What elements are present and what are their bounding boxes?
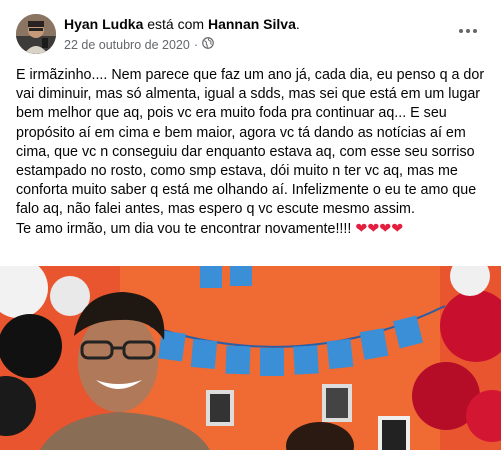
facebook-post: Hyan Ludka está com Hannan Silva. 22 de …	[0, 0, 501, 450]
post-title: Hyan Ludka está com Hannan Silva.	[64, 16, 300, 32]
party-photo	[0, 266, 501, 450]
post-meta: 22 de outubro de 2020 ·	[64, 37, 214, 52]
avatar[interactable]	[16, 14, 56, 54]
avatar-photo	[16, 14, 56, 54]
post-body-paragraph: E irmãzinho.... Nem parece que faz um an…	[16, 67, 485, 218]
post-header: Hyan Ludka está com Hannan Silva. 22 de …	[16, 12, 485, 56]
dot	[459, 29, 463, 33]
tagged-suffix: .	[295, 16, 300, 32]
more-horizontal-icon[interactable]	[453, 16, 483, 46]
with-verb: está com	[147, 16, 205, 32]
meta-separator: ·	[193, 37, 198, 52]
post-body-closing: Te amo irmão, um dia vou te encontrar no…	[16, 220, 486, 239]
globe-icon[interactable]	[202, 37, 214, 52]
author-name[interactable]: Hyan Ludka	[64, 16, 143, 32]
post-body-last-line: Te amo irmão, um dia vou te encontrar no…	[16, 220, 352, 237]
dot	[466, 29, 470, 33]
tagged-name[interactable]: Hannan Silva	[208, 16, 296, 32]
post-photo[interactable]	[0, 266, 501, 450]
dot	[473, 29, 477, 33]
post-body: E irmãzinho.... Nem parece que faz um an…	[16, 66, 486, 239]
post-date[interactable]: 22 de outubro de 2020	[64, 38, 190, 52]
heart-emojis: ❤❤❤❤	[355, 220, 404, 237]
